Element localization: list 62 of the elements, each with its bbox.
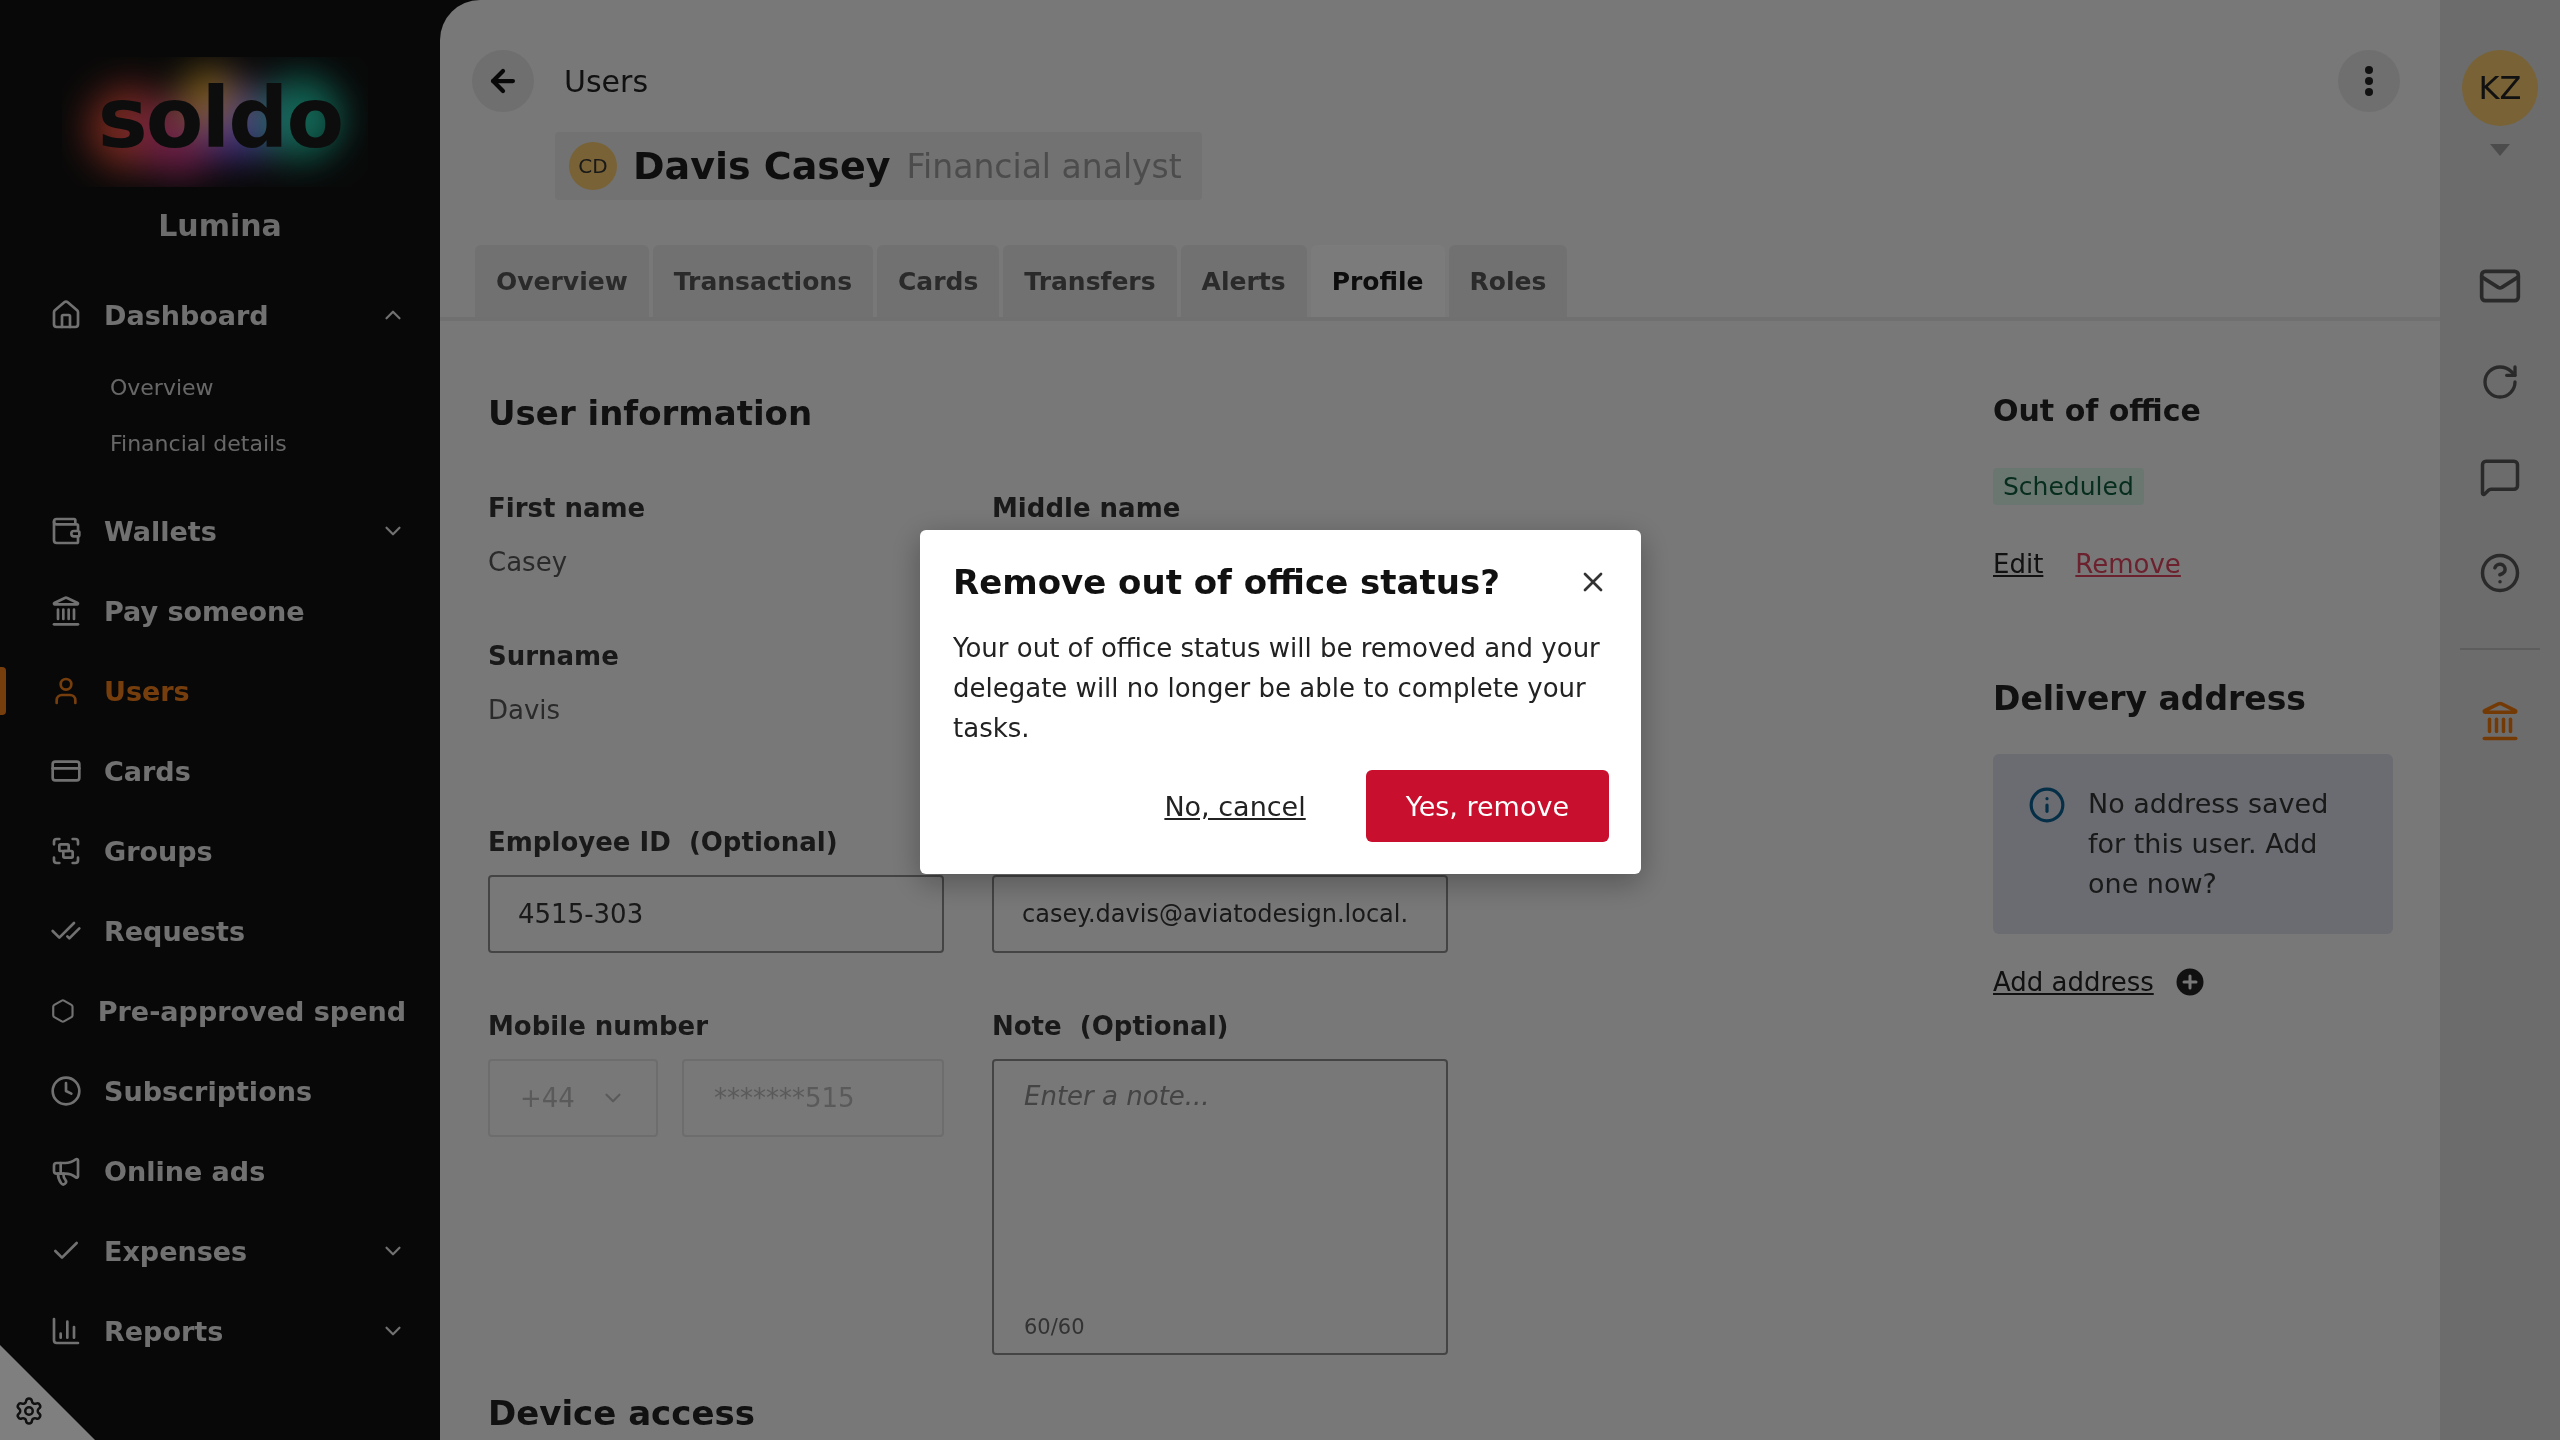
more-icon bbox=[2365, 66, 2373, 96]
tab[interactable]: Cards bbox=[877, 245, 1000, 317]
cancel-link[interactable]: No, cancel bbox=[1164, 790, 1306, 822]
field-label: Employee ID (Optional) bbox=[488, 827, 839, 857]
sidebar-item[interactable]: Pre-approved spend bbox=[0, 971, 440, 1051]
group-icon bbox=[50, 835, 82, 867]
section-title: Device access bbox=[488, 1393, 756, 1433]
account-avatar[interactable]: KZ bbox=[2462, 50, 2538, 126]
field-value: Casey bbox=[488, 547, 568, 577]
tab[interactable]: Overview bbox=[475, 245, 649, 317]
bank-icon bbox=[50, 595, 82, 627]
email-field[interactable]: casey.davis@aviatodesign.local. bbox=[992, 875, 1448, 953]
help-button[interactable] bbox=[2479, 552, 2521, 594]
status-badge: Scheduled bbox=[1993, 468, 2144, 505]
confirm-button[interactable]: Yes, remove bbox=[1365, 770, 1609, 842]
input-field[interactable]: 4515-303 bbox=[488, 875, 944, 953]
field-label: Surname bbox=[488, 641, 620, 671]
field-value: Davis bbox=[488, 695, 562, 725]
field-label: Note (Optional) bbox=[992, 1011, 1230, 1041]
breadcrumb-title: Users bbox=[564, 63, 649, 99]
edit-link[interactable]: Edit bbox=[1993, 549, 2044, 579]
section-title: Out of office bbox=[1993, 393, 2202, 428]
sidebar-subitem[interactable]: Overview bbox=[0, 359, 440, 415]
clock-icon bbox=[50, 1075, 82, 1107]
caret-icon bbox=[2490, 144, 2510, 156]
info-icon bbox=[2028, 786, 2066, 824]
sidebar-item[interactable]: Wallets bbox=[0, 491, 440, 571]
field-label: Mobile number bbox=[488, 1011, 710, 1041]
sidebar-item[interactable]: Dashboard bbox=[0, 275, 440, 355]
sidebar-item[interactable]: Pay someone bbox=[0, 571, 440, 651]
field-label: First name bbox=[488, 493, 647, 523]
wallet-icon bbox=[50, 515, 82, 547]
refresh-icon bbox=[2480, 362, 2520, 402]
sidebar-item[interactable]: Online ads bbox=[0, 1131, 440, 1211]
refresh-button[interactable] bbox=[2480, 362, 2520, 402]
company-name: Lumina bbox=[157, 208, 283, 243]
dialog-message: Your out of office status will be removed and your delegate will no longer be able to complete your tasks. bbox=[953, 632, 1601, 745]
section-title: User information bbox=[488, 393, 814, 433]
sidebar-item[interactable]: Subscriptions bbox=[0, 1051, 440, 1131]
sidebar-item[interactable]: Requests bbox=[0, 891, 440, 971]
home-icon bbox=[50, 299, 82, 331]
remove-link[interactable]: Remove bbox=[2075, 549, 2181, 579]
sidebar-item[interactable]: Groups bbox=[0, 811, 440, 891]
tab[interactable]: Transactions bbox=[652, 245, 873, 317]
user-name: Davis Casey bbox=[633, 144, 891, 188]
dialog-title: Remove out of office status? bbox=[953, 562, 1500, 602]
megaphone-icon bbox=[50, 1155, 82, 1187]
user-avatar: CD bbox=[569, 142, 617, 190]
info-message: No address saved for this user. Add one now? bbox=[2088, 787, 2330, 901]
section-title: Delivery address bbox=[1993, 679, 2308, 718]
add-address-link[interactable]: Add address bbox=[1993, 967, 2154, 997]
settings-icon bbox=[14, 1396, 44, 1426]
sidebar-item[interactable]: Cards bbox=[0, 731, 440, 811]
tab[interactable]: Alerts bbox=[1180, 245, 1307, 317]
field-label: Middle name bbox=[992, 493, 1182, 523]
sidebar-item[interactable]: Expenses bbox=[0, 1211, 440, 1291]
bar-chart-icon bbox=[50, 1315, 82, 1347]
sidebar-item[interactable]: Users bbox=[0, 651, 440, 731]
tab[interactable]: Transfers bbox=[1003, 245, 1177, 317]
sidebar-subitem[interactable]: Financial details bbox=[0, 415, 440, 471]
tab[interactable]: Roles bbox=[1448, 245, 1568, 317]
help-icon bbox=[2479, 552, 2521, 594]
